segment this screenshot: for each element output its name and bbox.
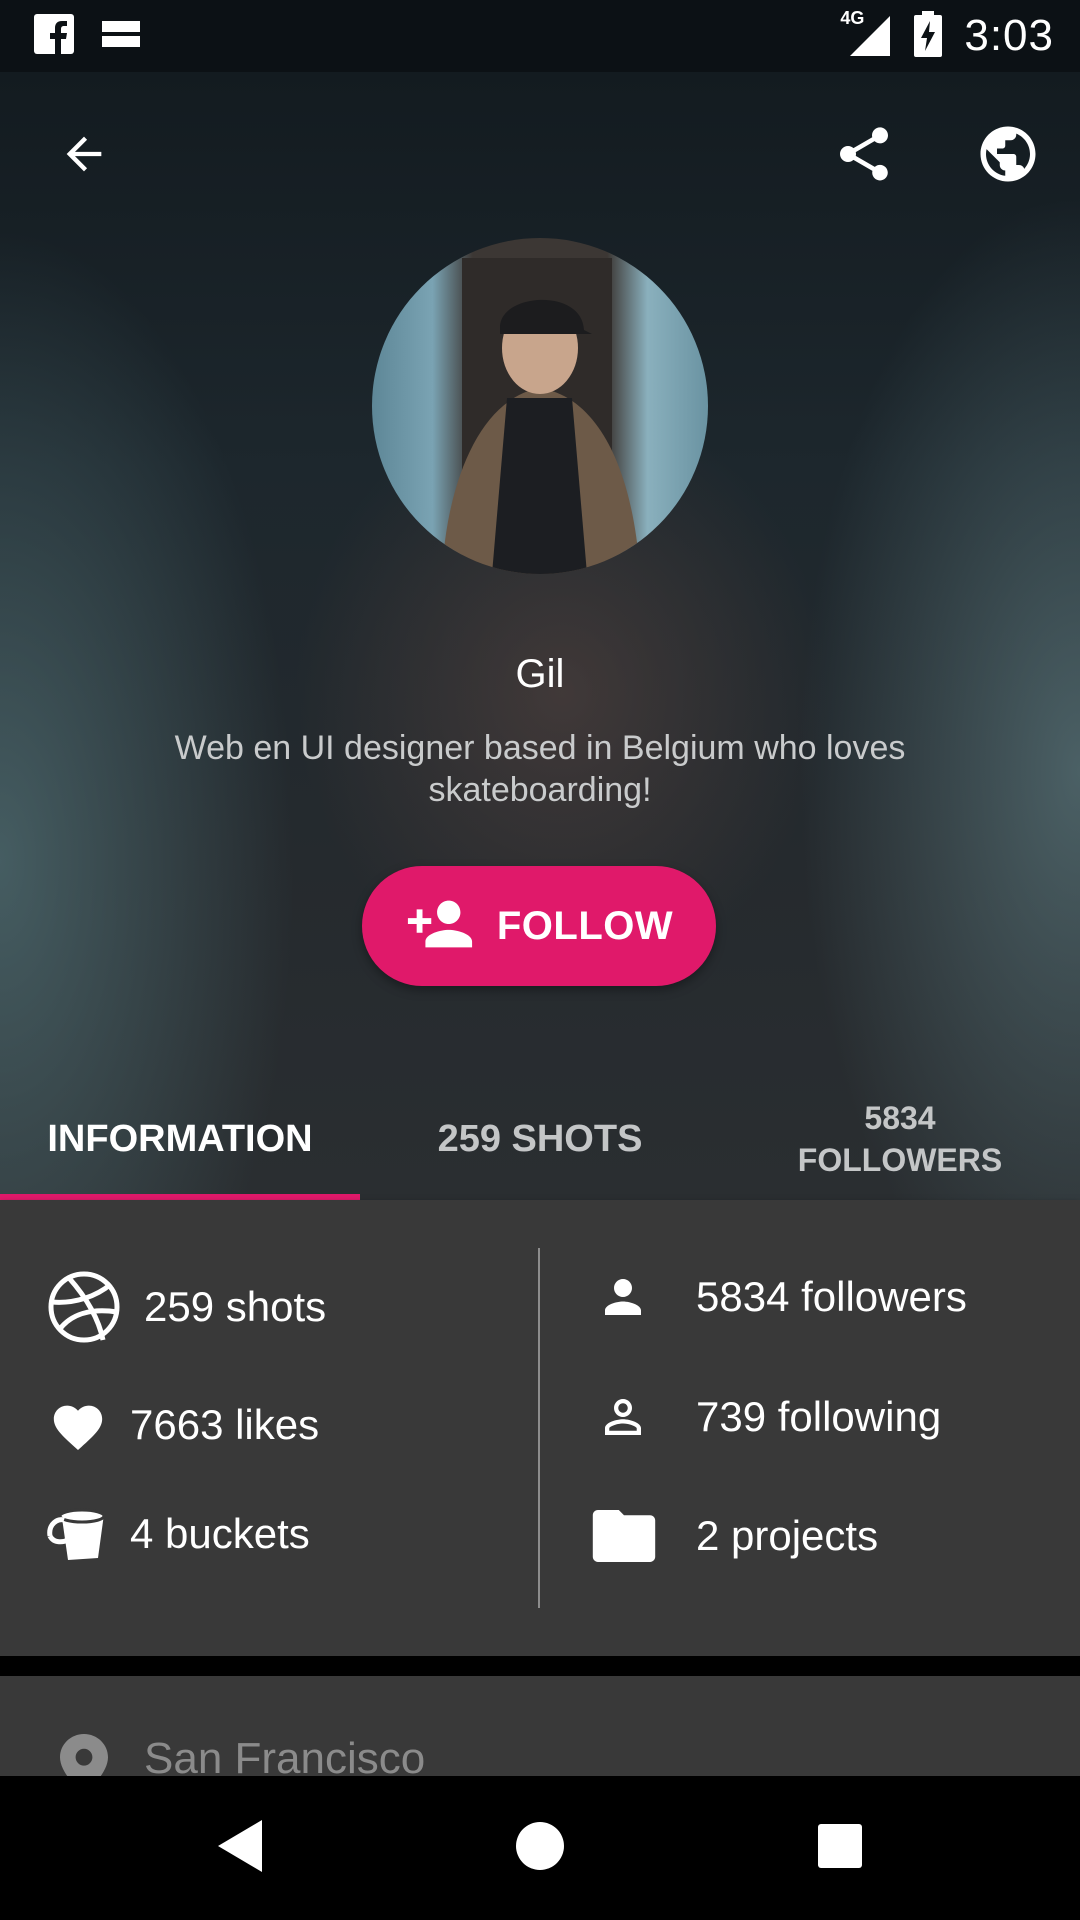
share-icon (832, 122, 896, 191)
stats-card: 259 shots 7663 likes 4 buckets 5834 foll… (0, 1200, 1080, 1656)
tab-shots[interactable]: 259 SHOTS (360, 1078, 720, 1200)
profile-tabs: INFORMATION 259 SHOTS 5834 FOLLOWERS (0, 1078, 1080, 1200)
follow-label: FOLLOW (496, 903, 674, 948)
heart-icon (48, 1398, 108, 1452)
person-icon (596, 1270, 650, 1324)
notification-icon (102, 19, 142, 54)
follow-button[interactable]: FOLLOW (362, 866, 716, 986)
tab-followers-count: 5834 (864, 1100, 936, 1136)
stat-likes-label: 7663 likes (130, 1401, 320, 1448)
back-button[interactable] (42, 114, 126, 198)
stat-projects-label: 2 projects (696, 1512, 879, 1559)
person-outline-icon (596, 1390, 650, 1444)
tab-information-label: INFORMATION (47, 1117, 313, 1160)
profile-header: Gil Web en UI designer based in Belgium … (0, 72, 1080, 1200)
stat-buckets[interactable]: 4 buckets (46, 1506, 310, 1562)
nav-back-icon (216, 1818, 264, 1879)
tab-followers[interactable]: 5834 FOLLOWERS (720, 1078, 1080, 1200)
stats-divider (538, 1248, 540, 1608)
stat-buckets-label: 4 buckets (130, 1510, 310, 1557)
facebook-icon (34, 13, 74, 59)
stat-likes[interactable]: 7663 likes (48, 1398, 319, 1452)
dribbble-ball-icon (46, 1270, 122, 1344)
network-type: 4G (840, 8, 865, 28)
status-time: 3:03 (964, 11, 1054, 60)
folder-icon (592, 1510, 656, 1562)
avatar (372, 238, 708, 574)
website-button[interactable] (966, 114, 1050, 198)
stat-shots[interactable]: 259 shots (46, 1270, 326, 1344)
tab-followers-label: FOLLOWERS (797, 1142, 1003, 1178)
nav-back-button[interactable] (180, 1798, 300, 1898)
stat-following[interactable]: 739 following (596, 1390, 941, 1444)
nav-home-button[interactable] (480, 1798, 600, 1898)
system-nav-bar (0, 1776, 1080, 1920)
stat-following-label: 739 following (696, 1393, 942, 1440)
bucket-icon (46, 1506, 108, 1562)
nav-recents-icon (816, 1822, 864, 1875)
battery-charging-icon (914, 10, 943, 62)
globe-icon (975, 121, 1041, 192)
status-bar: 4G 3:03 (0, 0, 1080, 72)
arrow-back-icon (58, 128, 110, 185)
profile-name: Gil (515, 652, 565, 696)
stat-shots-label: 259 shots (144, 1283, 327, 1330)
person-add-icon (405, 889, 475, 964)
app-bar (0, 72, 1080, 240)
tab-shots-label: 259 SHOTS (437, 1117, 643, 1160)
stat-followers[interactable]: 5834 followers (596, 1270, 967, 1324)
tab-information[interactable]: INFORMATION (0, 1078, 360, 1200)
stat-projects[interactable]: 2 projects (592, 1510, 878, 1562)
stat-followers-label: 5834 followers (696, 1273, 967, 1320)
profile-bio: Web en UI designer based in Belgium who … (174, 729, 906, 809)
nav-recents-button[interactable] (780, 1798, 900, 1898)
share-button[interactable] (822, 114, 906, 198)
signal-icon: 4G (840, 8, 892, 58)
nav-home-icon (514, 1820, 566, 1877)
